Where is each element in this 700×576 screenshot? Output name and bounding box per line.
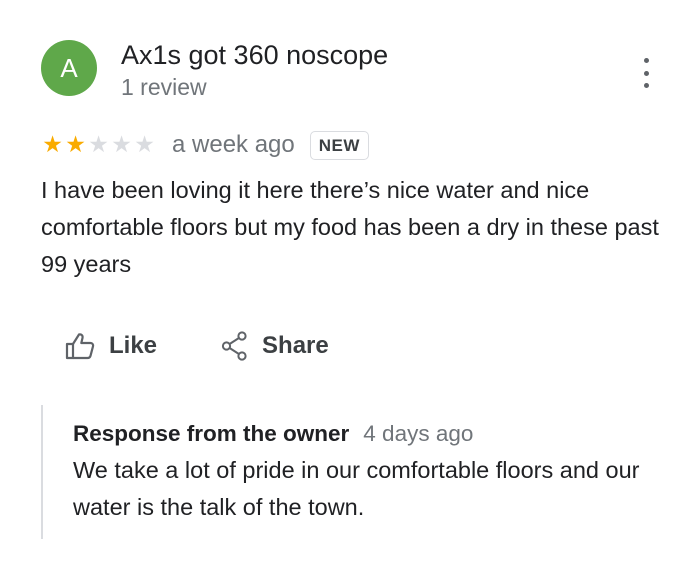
share-icon	[221, 331, 247, 361]
reviewer-review-count: 1 review	[121, 74, 207, 100]
star-empty-icon: ★	[88, 131, 109, 158]
more-options-icon[interactable]	[636, 58, 656, 88]
like-label: Like	[109, 332, 158, 359]
owner-response-text: We take a lot of pride in our comfortabl…	[73, 457, 640, 520]
owner-response: Response from the owner 4 days ago We ta…	[41, 405, 663, 539]
more-dot	[643, 83, 649, 88]
star-filled-icon: ★	[42, 131, 63, 158]
review-actions: Like Share	[64, 328, 329, 364]
share-label: Share	[262, 332, 329, 359]
thumb-up-icon	[65, 333, 95, 360]
avatar[interactable]: A	[41, 40, 97, 96]
owner-response-header: Response from the owner 4 days ago	[73, 421, 473, 447]
star-empty-icon: ★	[111, 131, 132, 158]
new-badge: NEW	[309, 130, 369, 160]
star-rating: ★ ★ ★ ★ ★	[41, 131, 156, 158]
more-dot	[643, 70, 649, 76]
share-button[interactable]: Share	[221, 331, 329, 361]
star-filled-icon: ★	[65, 131, 86, 158]
star-empty-icon: ★	[134, 131, 155, 158]
like-button[interactable]: Like	[64, 331, 157, 361]
owner-response-title: Response from the owner	[73, 421, 350, 446]
more-dot	[643, 58, 649, 63]
review-date: a week ago	[172, 131, 295, 158]
review-text: I have been loving it here there’s nice …	[41, 177, 659, 277]
owner-response-date: 4 days ago	[363, 421, 474, 446]
reviewer-name[interactable]: Ax1s got 360 noscope	[121, 40, 388, 71]
rating-row: ★ ★ ★ ★ ★ a week ago NEW	[41, 126, 369, 164]
